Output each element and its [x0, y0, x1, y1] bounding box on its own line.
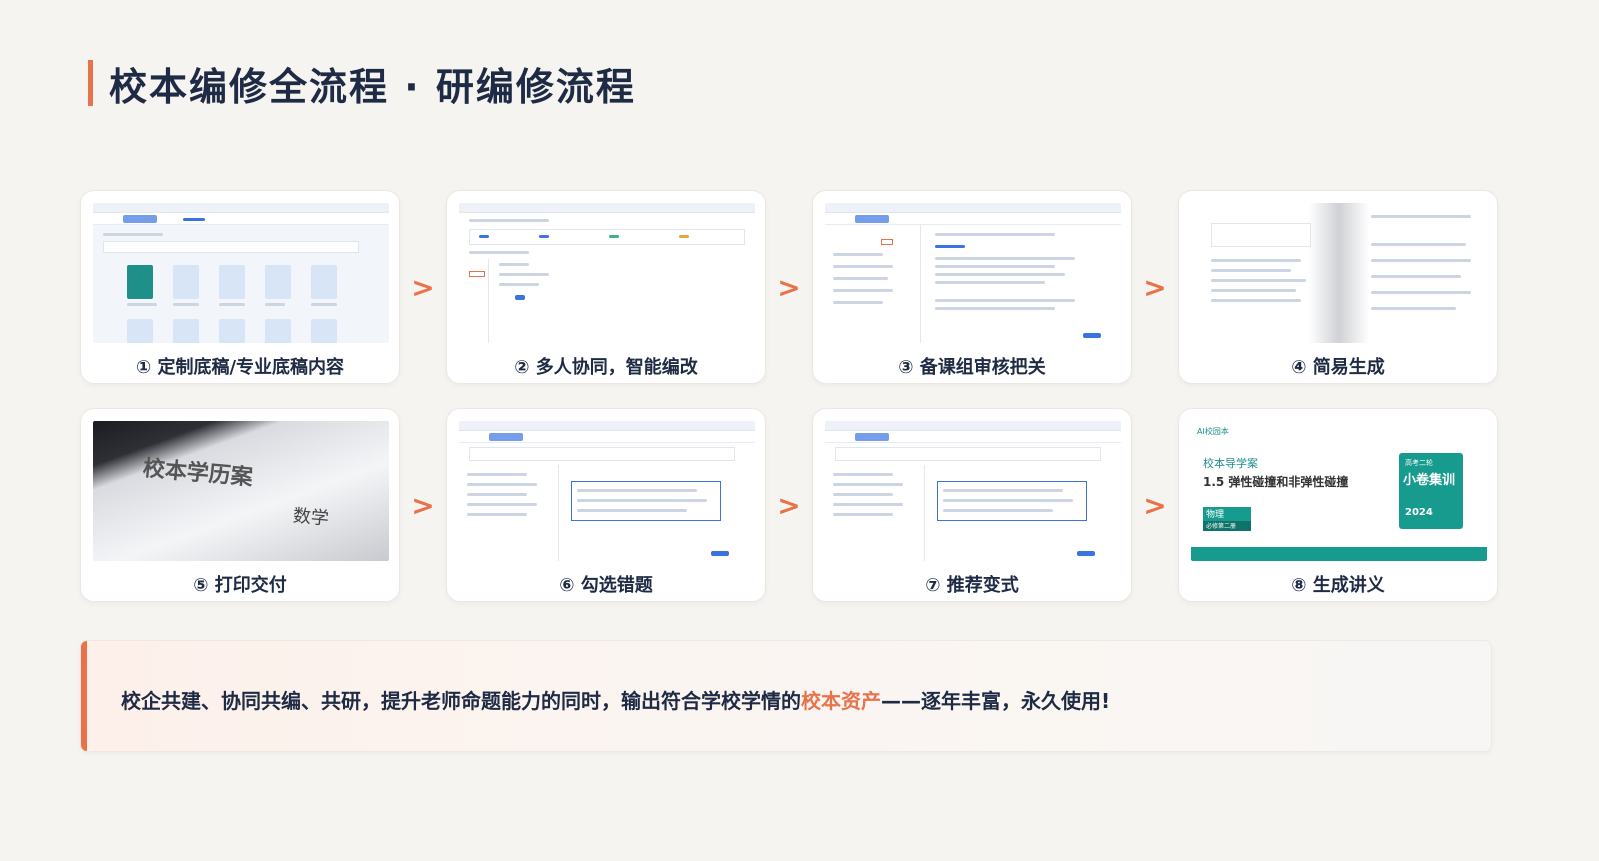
step-3-screenshot [825, 203, 1121, 343]
banner-text: 校企共建、协同共编、共研，提升老师命题能力的同时，输出符合学校学情的校本资产——… [121, 685, 1110, 714]
step-2-screenshot [459, 203, 755, 343]
photo-text: 校本学历案 [141, 455, 254, 491]
arrow-icon: > [1143, 488, 1167, 522]
step-8-cover: AI校园本 校本导学案 1.5 弹性碰撞和非弹性碰撞 物理 必修第二册 高考二轮… [1191, 421, 1487, 561]
step-label: ② 多人协同，智能编改 [514, 357, 698, 378]
cover-book-title: 小卷集训 [1403, 473, 1456, 488]
page-header: 校本编修全流程 · 研编修流程 [88, 58, 636, 109]
cover-subject: 物理 [1203, 507, 1251, 521]
cover-lesson: 1.5 弹性碰撞和非弹性碰撞 [1203, 475, 1349, 489]
step-label: ③ 备课组审核把关 [898, 357, 1046, 378]
step-card-5: 校本学历案 数学 ⑤ 打印交付 [80, 408, 400, 602]
step-4-screenshot [1191, 203, 1487, 343]
step-label: ⑧ 生成讲义 [1291, 575, 1385, 596]
page-title: 校本编修全流程 · 研编修流程 [109, 64, 636, 109]
banner-accent-bar [81, 641, 87, 751]
photo-subtext: 数学 [292, 505, 330, 530]
cover-heading: 校本导学案 [1203, 457, 1258, 470]
step-card-6: ⑥ 勾选错题 [446, 408, 766, 602]
arrow-icon: > [411, 488, 435, 522]
step-card-1: ① 定制底稿/专业底稿内容 [80, 190, 400, 384]
process-row-2: 校本学历案 数学 ⑤ 打印交付 > ⑥ 勾选错题 > ⑦ 推荐变式 > AI校园… [80, 408, 1500, 602]
arrow-icon: > [1143, 270, 1167, 304]
title-accent-bar [88, 60, 93, 106]
cover-book-image: 高考二轮 小卷集训 2024 [1399, 453, 1463, 529]
step-label: ① 定制底稿/专业底稿内容 [135, 357, 345, 378]
banner-text-after: ——逐年丰富，永久使用! [881, 689, 1111, 713]
cover-band [1191, 547, 1487, 561]
arrow-icon: > [411, 270, 435, 304]
step-label: ⑥ 勾选错题 [559, 575, 653, 596]
arrow-icon: > [777, 488, 801, 522]
step-6-screenshot [459, 421, 755, 561]
step-5-photo: 校本学历案 数学 [93, 421, 389, 561]
step-label: ④ 简易生成 [1291, 357, 1385, 378]
banner-highlight: 校本资产 [801, 689, 881, 713]
cover-brand: AI校园本 [1197, 427, 1229, 436]
cover-book-year: 2024 [1405, 507, 1433, 518]
process-row-1: ① 定制底稿/专业底稿内容 > ② 多人协同，智能编改 > ③ 备课组审核把关 … [80, 190, 1500, 384]
cover-volume: 必修第二册 [1203, 521, 1251, 531]
step-label: ⑦ 推荐变式 [925, 575, 1019, 596]
step-label: ⑤ 打印交付 [193, 575, 287, 596]
step-7-screenshot [825, 421, 1121, 561]
step-card-3: ③ 备课组审核把关 [812, 190, 1132, 384]
process-grid: ① 定制底稿/专业底稿内容 > ② 多人协同，智能编改 > ③ 备课组审核把关 … [80, 190, 1500, 626]
step-1-screenshot [93, 203, 389, 343]
arrow-icon: > [777, 270, 801, 304]
step-card-4: ④ 简易生成 [1178, 190, 1498, 384]
cover-book-top: 高考二轮 [1405, 459, 1433, 467]
step-card-8: AI校园本 校本导学案 1.5 弹性碰撞和非弹性碰撞 物理 必修第二册 高考二轮… [1178, 408, 1498, 602]
banner-text-before: 校企共建、协同共编、共研，提升老师命题能力的同时，输出符合学校学情的 [121, 689, 801, 713]
summary-banner: 校企共建、协同共编、共研，提升老师命题能力的同时，输出符合学校学情的校本资产——… [80, 640, 1492, 752]
step-card-7: ⑦ 推荐变式 [812, 408, 1132, 602]
step-card-2: ② 多人协同，智能编改 [446, 190, 766, 384]
